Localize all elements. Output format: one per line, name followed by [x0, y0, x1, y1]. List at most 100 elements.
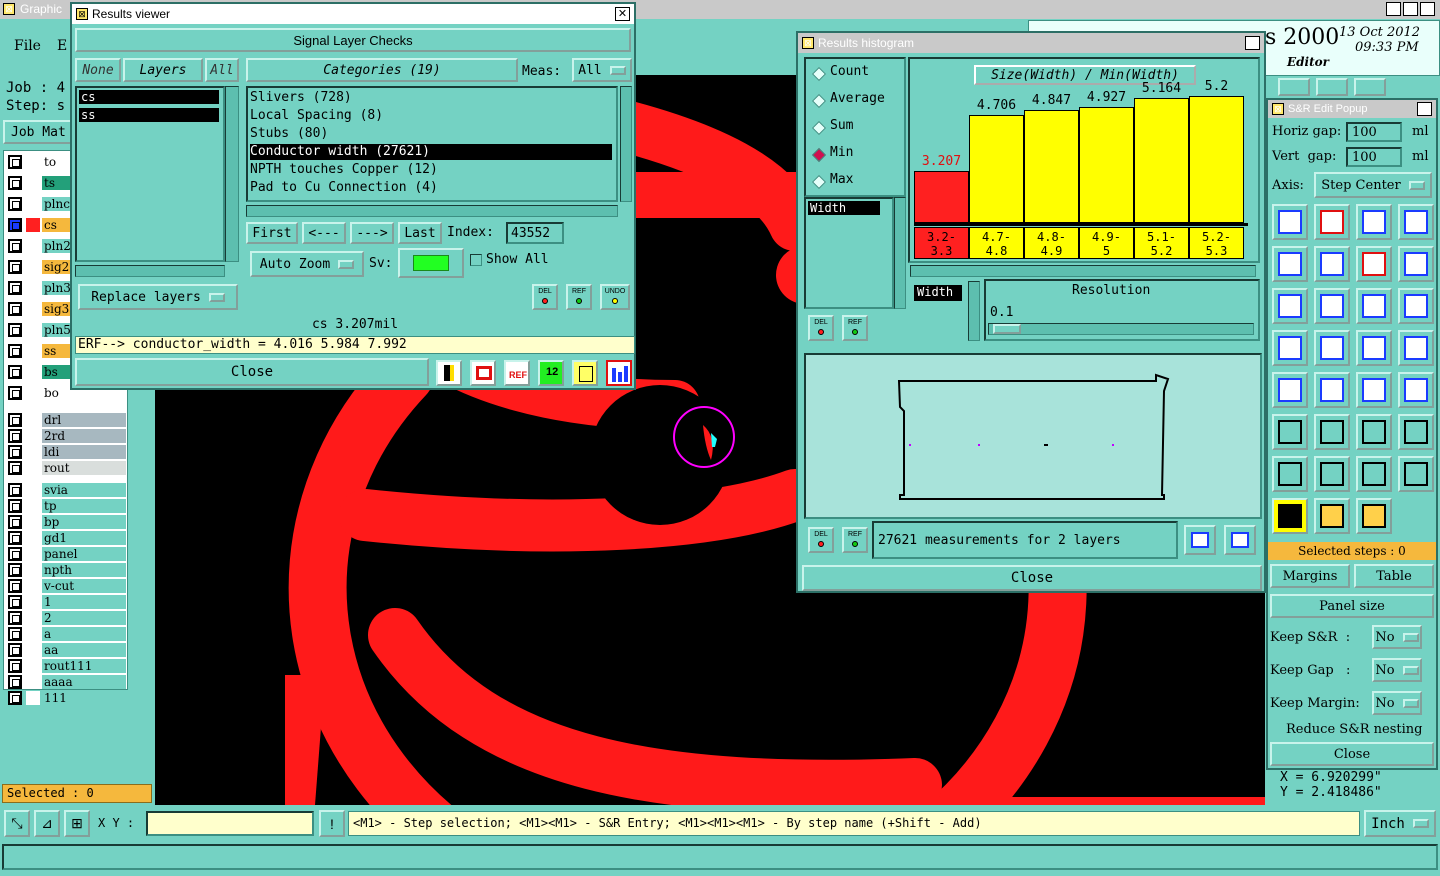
row-compact-icon[interactable]	[1356, 330, 1392, 366]
layer-visibility-checkbox[interactable]	[8, 498, 22, 513]
edit-icon[interactable]	[1354, 78, 1386, 96]
auto-zoom-dropdown[interactable]: Auto Zoom	[250, 251, 364, 277]
layer-name[interactable]: rout111	[42, 658, 126, 673]
job-matrix-button[interactable]: Job Mat	[3, 120, 73, 144]
compare-icon[interactable]: 12	[538, 360, 564, 386]
layer-name[interactable]: ldi	[42, 444, 126, 459]
category-item[interactable]: Pad to Cu Connection (4)	[250, 180, 612, 196]
category-item[interactable]: Conductor width (27621)	[250, 144, 612, 160]
snap-icon[interactable]: ⊞	[64, 810, 90, 837]
mirror-red-icon[interactable]	[1356, 246, 1392, 282]
layer-visibility-checkbox[interactable]	[8, 301, 22, 316]
preview-del-button[interactable]: DEL	[808, 527, 834, 553]
layer-name[interactable]: a	[42, 626, 126, 641]
layer-visibility-checkbox[interactable]	[8, 674, 22, 689]
layer-visibility-checkbox[interactable]	[8, 642, 22, 657]
layer-item-ss[interactable]: ss	[79, 108, 219, 122]
info-icon[interactable]: !	[319, 810, 345, 837]
layer-row[interactable]: drl	[8, 412, 126, 427]
histogram-bar[interactable]	[1134, 98, 1189, 223]
category-scrollbar[interactable]	[620, 86, 632, 202]
panel-size-button[interactable]: Panel size	[1270, 594, 1434, 618]
chart-hscrollbar[interactable]	[910, 265, 1256, 277]
category-list[interactable]: Slivers (728) Local Spacing (8) Stubs (80)…	[246, 86, 618, 202]
undo-button[interactable]: UNDO	[600, 284, 630, 310]
sr-close-button[interactable]: Close	[1270, 742, 1434, 766]
row-spread-icon[interactable]	[1398, 330, 1434, 366]
array-3x3-icon[interactable]	[1398, 204, 1434, 240]
units-dropdown[interactable]: Inch	[1364, 810, 1436, 837]
meas-dropdown[interactable]: All	[572, 58, 632, 82]
layer-visibility-checkbox[interactable]	[8, 658, 22, 673]
pan-icon[interactable]	[1278, 78, 1310, 96]
measure-scrollbar[interactable]	[894, 197, 906, 309]
replace-layers-dropdown[interactable]: Replace layers	[78, 284, 238, 310]
flip-horizontal-icon[interactable]	[1272, 288, 1308, 324]
array-mixed-icon[interactable]	[1356, 204, 1392, 240]
layer-visibility-checkbox[interactable]	[8, 562, 22, 577]
close-icon[interactable]: ✕	[1245, 36, 1260, 50]
layer-name[interactable]: 111	[42, 690, 126, 705]
array-red-icon[interactable]	[1314, 204, 1350, 240]
vert-gap-input[interactable]: 100	[1346, 147, 1402, 167]
category-hscrollbar[interactable]	[246, 205, 618, 217]
hist-ref-button[interactable]: REF	[842, 315, 868, 341]
preview-ref-button[interactable]: REF	[842, 527, 868, 553]
layer-visibility-checkbox[interactable]	[8, 626, 22, 641]
minimize-button[interactable]: _	[1386, 2, 1401, 16]
layer-item-cs[interactable]: cs	[79, 90, 219, 104]
layer-visibility-checkbox[interactable]	[8, 280, 22, 295]
layer-select-list[interactable]: cs ss	[75, 86, 225, 262]
layer-name[interactable]: tp	[42, 498, 126, 513]
next-button[interactable]: --->	[350, 222, 394, 244]
layer-visibility-checkbox[interactable]	[8, 428, 22, 443]
preview-fit-icon[interactable]	[1224, 525, 1256, 555]
layer-visibility-checkbox[interactable]	[8, 364, 22, 379]
keep-margin-dropdown[interactable]: No	[1372, 691, 1422, 715]
maximize-button[interactable]: □	[1403, 2, 1418, 16]
layer-visibility-checkbox[interactable]	[8, 154, 22, 169]
layer-name[interactable]: 2rd	[42, 428, 126, 443]
pointer-icon[interactable]	[1272, 498, 1308, 534]
flip-vertical-icon[interactable]	[1314, 288, 1350, 324]
rotate-green-icon[interactable]	[1356, 288, 1392, 324]
category-item[interactable]: Slivers (728)	[250, 90, 612, 106]
layer-list-hscrollbar[interactable]	[75, 265, 225, 277]
move-diagonal-icon[interactable]	[1272, 246, 1308, 282]
layer-list-scrollbar[interactable]	[225, 86, 239, 262]
histogram-bar[interactable]	[1189, 96, 1244, 223]
layer-row[interactable]: 2rd	[8, 428, 126, 443]
stack-vertical-icon[interactable]	[1272, 330, 1308, 366]
layer-name[interactable]: svia	[42, 482, 126, 497]
export-icon[interactable]	[470, 360, 496, 386]
table-button[interactable]: Table	[1354, 564, 1434, 588]
row-three-icon[interactable]	[1314, 372, 1350, 408]
close-icon[interactable]: ✕	[615, 7, 630, 21]
align-bottom-icon[interactable]	[1398, 414, 1434, 450]
layer-visibility-checkbox[interactable]	[8, 238, 22, 253]
layer-row[interactable]: svia	[8, 482, 126, 497]
layer-name[interactable]: 1	[42, 594, 126, 609]
layer-visibility-checkbox[interactable]	[8, 259, 22, 274]
close-icon[interactable]: ✕	[1417, 102, 1432, 116]
spread-horizontal-icon[interactable]	[1272, 456, 1308, 492]
layer-visibility-checkbox[interactable]	[8, 530, 22, 545]
align-left-icon[interactable]	[1272, 414, 1308, 450]
layer-row[interactable]: 2	[8, 610, 126, 625]
xy-input[interactable]	[146, 811, 314, 836]
del-button[interactable]: DEL	[532, 284, 558, 310]
histogram-bar[interactable]	[1079, 107, 1134, 223]
layer-row[interactable]: panel	[8, 546, 126, 561]
highlight-icon[interactable]	[436, 360, 462, 386]
layer-row[interactable]: gd1	[8, 530, 126, 545]
move-cross-icon[interactable]	[1314, 246, 1350, 282]
layer-name[interactable]: bp	[42, 514, 126, 529]
margins-button[interactable]: Margins	[1270, 564, 1350, 588]
spread-vertical-icon[interactable]	[1314, 456, 1350, 492]
last-button[interactable]: Last	[398, 222, 442, 244]
hist-del-button[interactable]: DEL	[808, 315, 834, 341]
layer-row[interactable]: a	[8, 626, 126, 641]
first-button[interactable]: First	[246, 222, 298, 244]
resolution-slider[interactable]	[988, 323, 1254, 335]
array-2x3-icon[interactable]	[1272, 204, 1308, 240]
